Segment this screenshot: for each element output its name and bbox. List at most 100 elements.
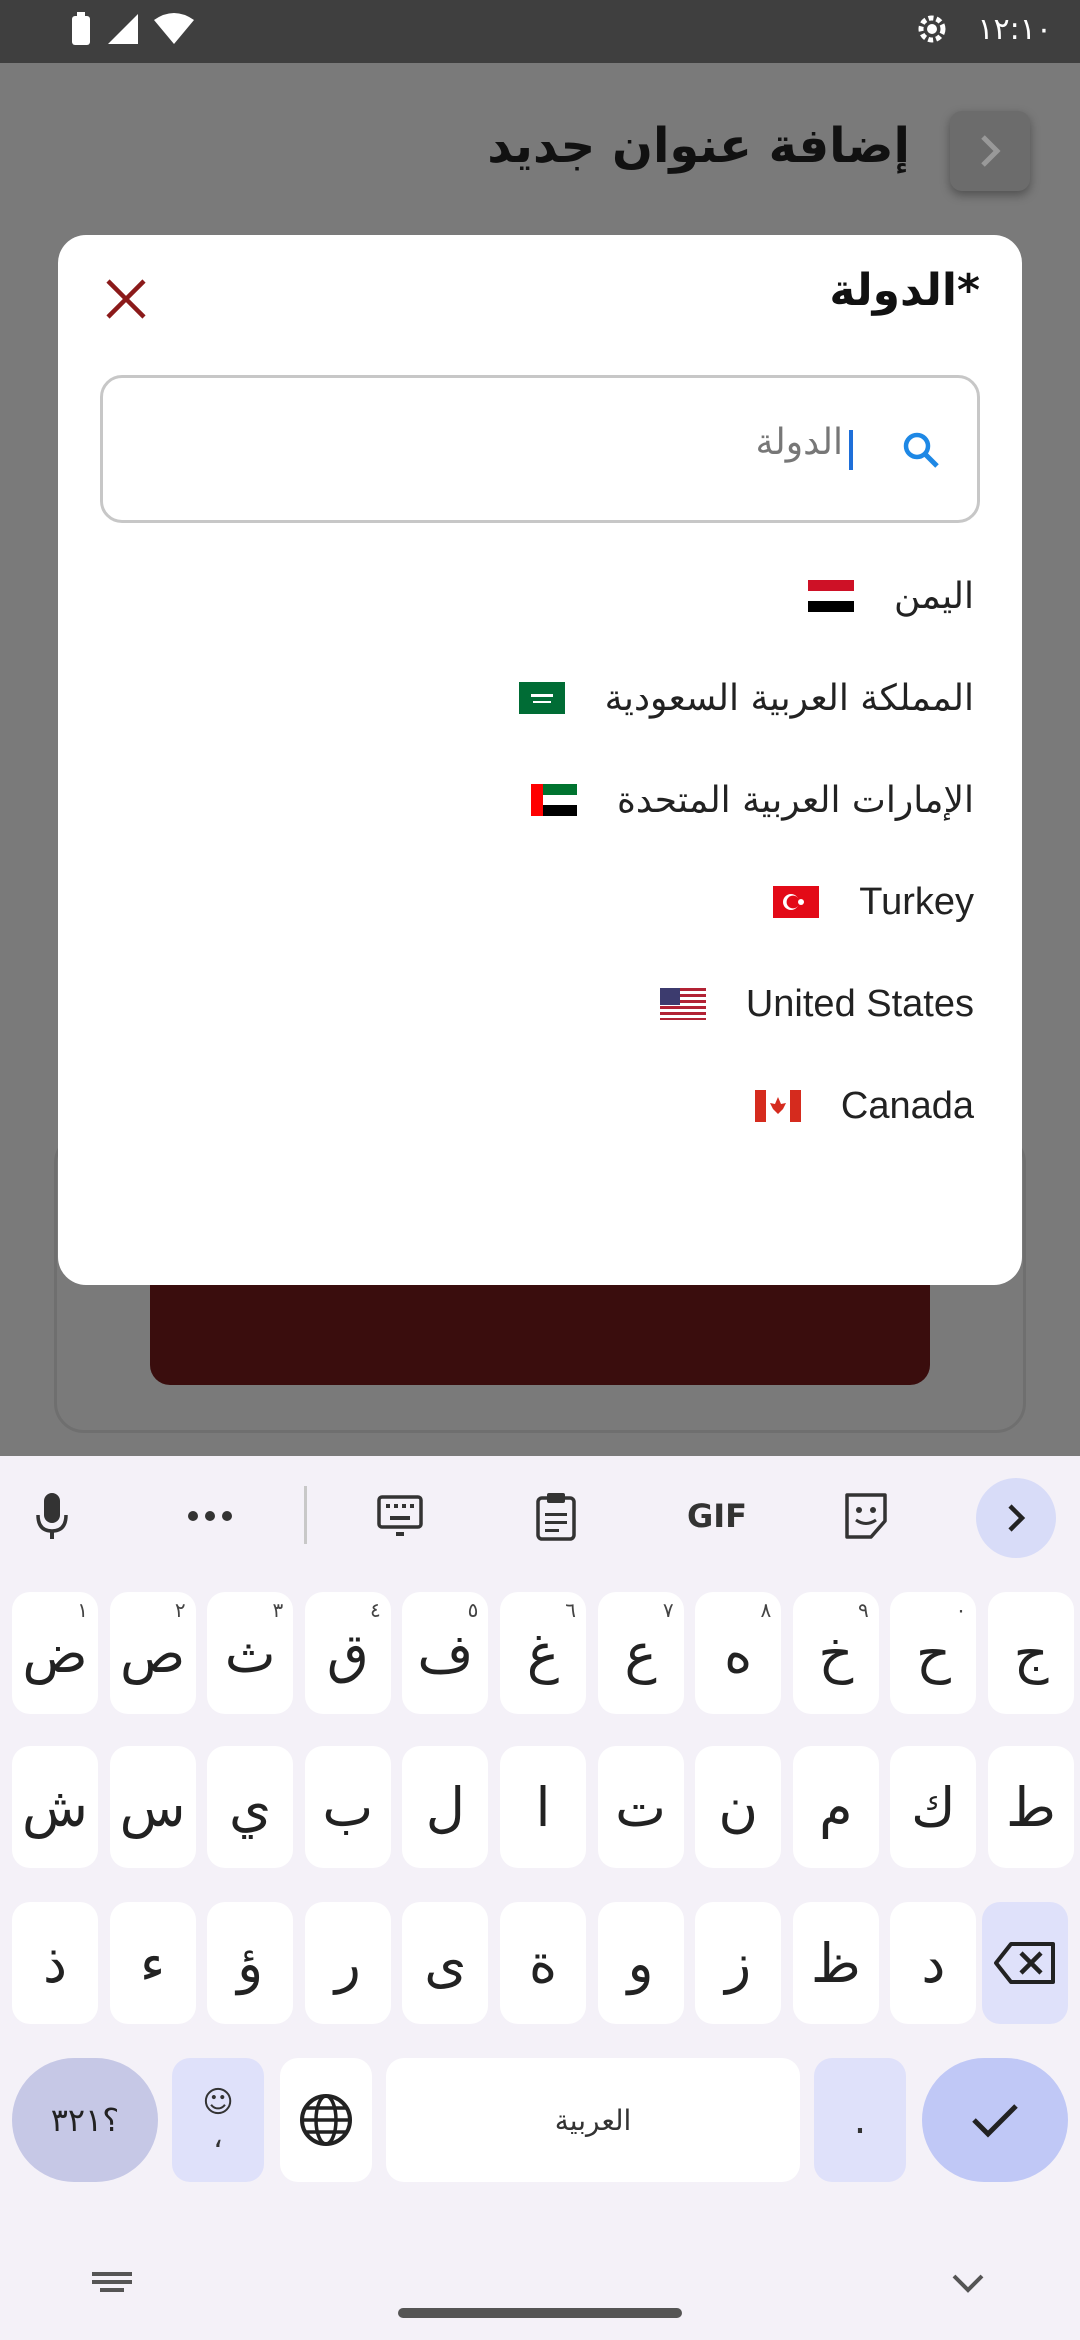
keyboard-switcher-icon[interactable]: [90, 2268, 134, 2298]
gif-button[interactable]: GIF: [680, 1486, 754, 1546]
key-4[interactable]: ب: [304, 1746, 391, 1868]
country-item-saudi-arabia[interactable]: المملكة العربية السعودية: [94, 647, 974, 749]
key-9[interactable]: خ٩: [792, 1592, 879, 1714]
key-11[interactable]: ط: [988, 1746, 1074, 1868]
keyboard-toolbar: GIF: [0, 1456, 1080, 1571]
page-title: إضافة عنوان جديد: [487, 118, 910, 174]
key-8[interactable]: ه٨: [695, 1592, 782, 1714]
key-char: ق: [326, 1621, 369, 1685]
backspace-icon: [994, 1942, 1055, 1984]
sticker-icon: [845, 1493, 887, 1539]
country-name: Canada: [840, 1084, 974, 1127]
keyboard-settings-button[interactable]: [370, 1486, 430, 1546]
key-9[interactable]: م: [792, 1746, 879, 1868]
united-states-flag-icon: [659, 988, 706, 1020]
status-icons-left: [70, 12, 194, 46]
emoji-key[interactable]: ☺ ،: [172, 2058, 264, 2182]
done-key[interactable]: [922, 2058, 1068, 2182]
symbols-key[interactable]: ؟٣٢١: [12, 2058, 158, 2182]
key-1[interactable]: ض١: [12, 1592, 98, 1714]
key-6[interactable]: ة: [500, 1902, 586, 2024]
key-char: ص: [119, 1621, 186, 1685]
key-char: ج: [1013, 1621, 1049, 1685]
more-options-button[interactable]: [180, 1486, 240, 1546]
uae-flag-icon: [531, 784, 578, 816]
comma-label: ،: [213, 2120, 223, 2155]
key-char: ه: [724, 1621, 753, 1685]
key-6[interactable]: ا: [500, 1746, 586, 1868]
key-number-hint: ٩: [858, 1598, 869, 1622]
dialog-title: *الدولة: [829, 265, 980, 316]
yemen-flag-icon: [807, 580, 854, 612]
back-button[interactable]: [950, 111, 1030, 191]
key-2[interactable]: س: [109, 1746, 196, 1868]
microphone-button[interactable]: [22, 1486, 82, 1546]
key-char: ع: [624, 1621, 657, 1685]
key-2[interactable]: ص٢: [109, 1592, 196, 1714]
country-name: المملكة العربية السعودية: [604, 677, 974, 719]
key-5[interactable]: ل: [402, 1746, 489, 1868]
key-8[interactable]: ن: [695, 1746, 782, 1868]
status-time: ١٢:١٠: [977, 11, 1052, 47]
country-search-input[interactable]: الدولة: [100, 375, 980, 523]
country-item-uae[interactable]: الإمارات العربية المتحدة: [94, 749, 974, 851]
country-item-united-states[interactable]: United States: [94, 953, 974, 1055]
key-number-hint: ٥: [467, 1598, 479, 1622]
key-7[interactable]: ع٧: [597, 1592, 684, 1714]
key-1[interactable]: ذ: [12, 1902, 98, 2024]
key-char: ف: [417, 1621, 474, 1685]
chevron-right-icon: [1008, 1504, 1026, 1532]
globe-icon: [300, 2094, 352, 2146]
key-3[interactable]: ي: [207, 1746, 294, 1868]
key-7[interactable]: ت: [597, 1746, 684, 1868]
sticker-button[interactable]: [836, 1486, 896, 1546]
keyboard-icon: [377, 1495, 423, 1536]
on-screen-keyboard: GIF ض١ص٢ث٣ق٤ف٥غ٦ع٧ه٨خ٩ح٠ج شسيبلاتنمكط ذء…: [0, 1456, 1080, 2340]
key-3[interactable]: ؤ: [207, 1902, 294, 2024]
key-9[interactable]: ظ: [792, 1902, 879, 2024]
save-address-button[interactable]: [150, 1285, 930, 1385]
key-10[interactable]: ح٠: [890, 1592, 977, 1714]
country-item-canada[interactable]: Canada: [94, 1055, 974, 1157]
saudi-arabia-flag-icon: [518, 682, 565, 714]
toolbar-expand-button[interactable]: [976, 1478, 1056, 1558]
settings-gear-icon: [918, 15, 946, 43]
key-2[interactable]: ء: [109, 1902, 196, 2024]
key-7[interactable]: و: [597, 1902, 684, 2024]
space-key[interactable]: العربية: [386, 2058, 800, 2182]
key-10[interactable]: د: [890, 1902, 977, 2024]
country-picker-dialog: *الدولة الدولة اليمن المملكة العربية الس…: [58, 235, 1022, 1285]
key-6[interactable]: غ٦: [500, 1592, 586, 1714]
key-11[interactable]: ج: [988, 1592, 1074, 1714]
search-placeholder: الدولة: [755, 422, 843, 463]
key-4[interactable]: ق٤: [304, 1592, 391, 1714]
home-gesture-bar[interactable]: [398, 2308, 682, 2318]
language-switch-key[interactable]: [280, 2058, 372, 2182]
search-icon: [903, 432, 939, 468]
hide-keyboard-icon[interactable]: [948, 2270, 988, 2296]
key-8[interactable]: ز: [695, 1902, 782, 2024]
navigation-bar: [0, 2260, 1080, 2340]
key-1[interactable]: ش: [12, 1746, 98, 1868]
country-item-turkey[interactable]: Turkey: [94, 851, 974, 953]
key-10[interactable]: ك: [890, 1746, 977, 1868]
backspace-key[interactable]: [982, 1902, 1068, 2024]
key-number-hint: ١: [77, 1598, 88, 1622]
period-key[interactable]: .: [814, 2058, 906, 2182]
close-button[interactable]: [96, 269, 156, 329]
wifi-icon: [154, 13, 194, 44]
key-number-hint: ٣: [272, 1598, 284, 1622]
clipboard-button[interactable]: [526, 1486, 586, 1546]
more-horizontal-icon: [188, 1511, 232, 1521]
key-5[interactable]: ى: [402, 1902, 489, 2024]
turkey-flag-icon: [773, 886, 820, 918]
key-4[interactable]: ر: [304, 1902, 391, 2024]
key-number-hint: ٠: [955, 1598, 967, 1622]
country-item-yemen[interactable]: اليمن: [94, 545, 974, 647]
key-char: ث: [224, 1621, 276, 1685]
key-char: غ: [526, 1621, 560, 1685]
microphone-icon: [36, 1493, 68, 1539]
key-3[interactable]: ث٣: [207, 1592, 294, 1714]
emoji-icon: ☺: [202, 2085, 234, 2120]
key-5[interactable]: ف٥: [402, 1592, 489, 1714]
